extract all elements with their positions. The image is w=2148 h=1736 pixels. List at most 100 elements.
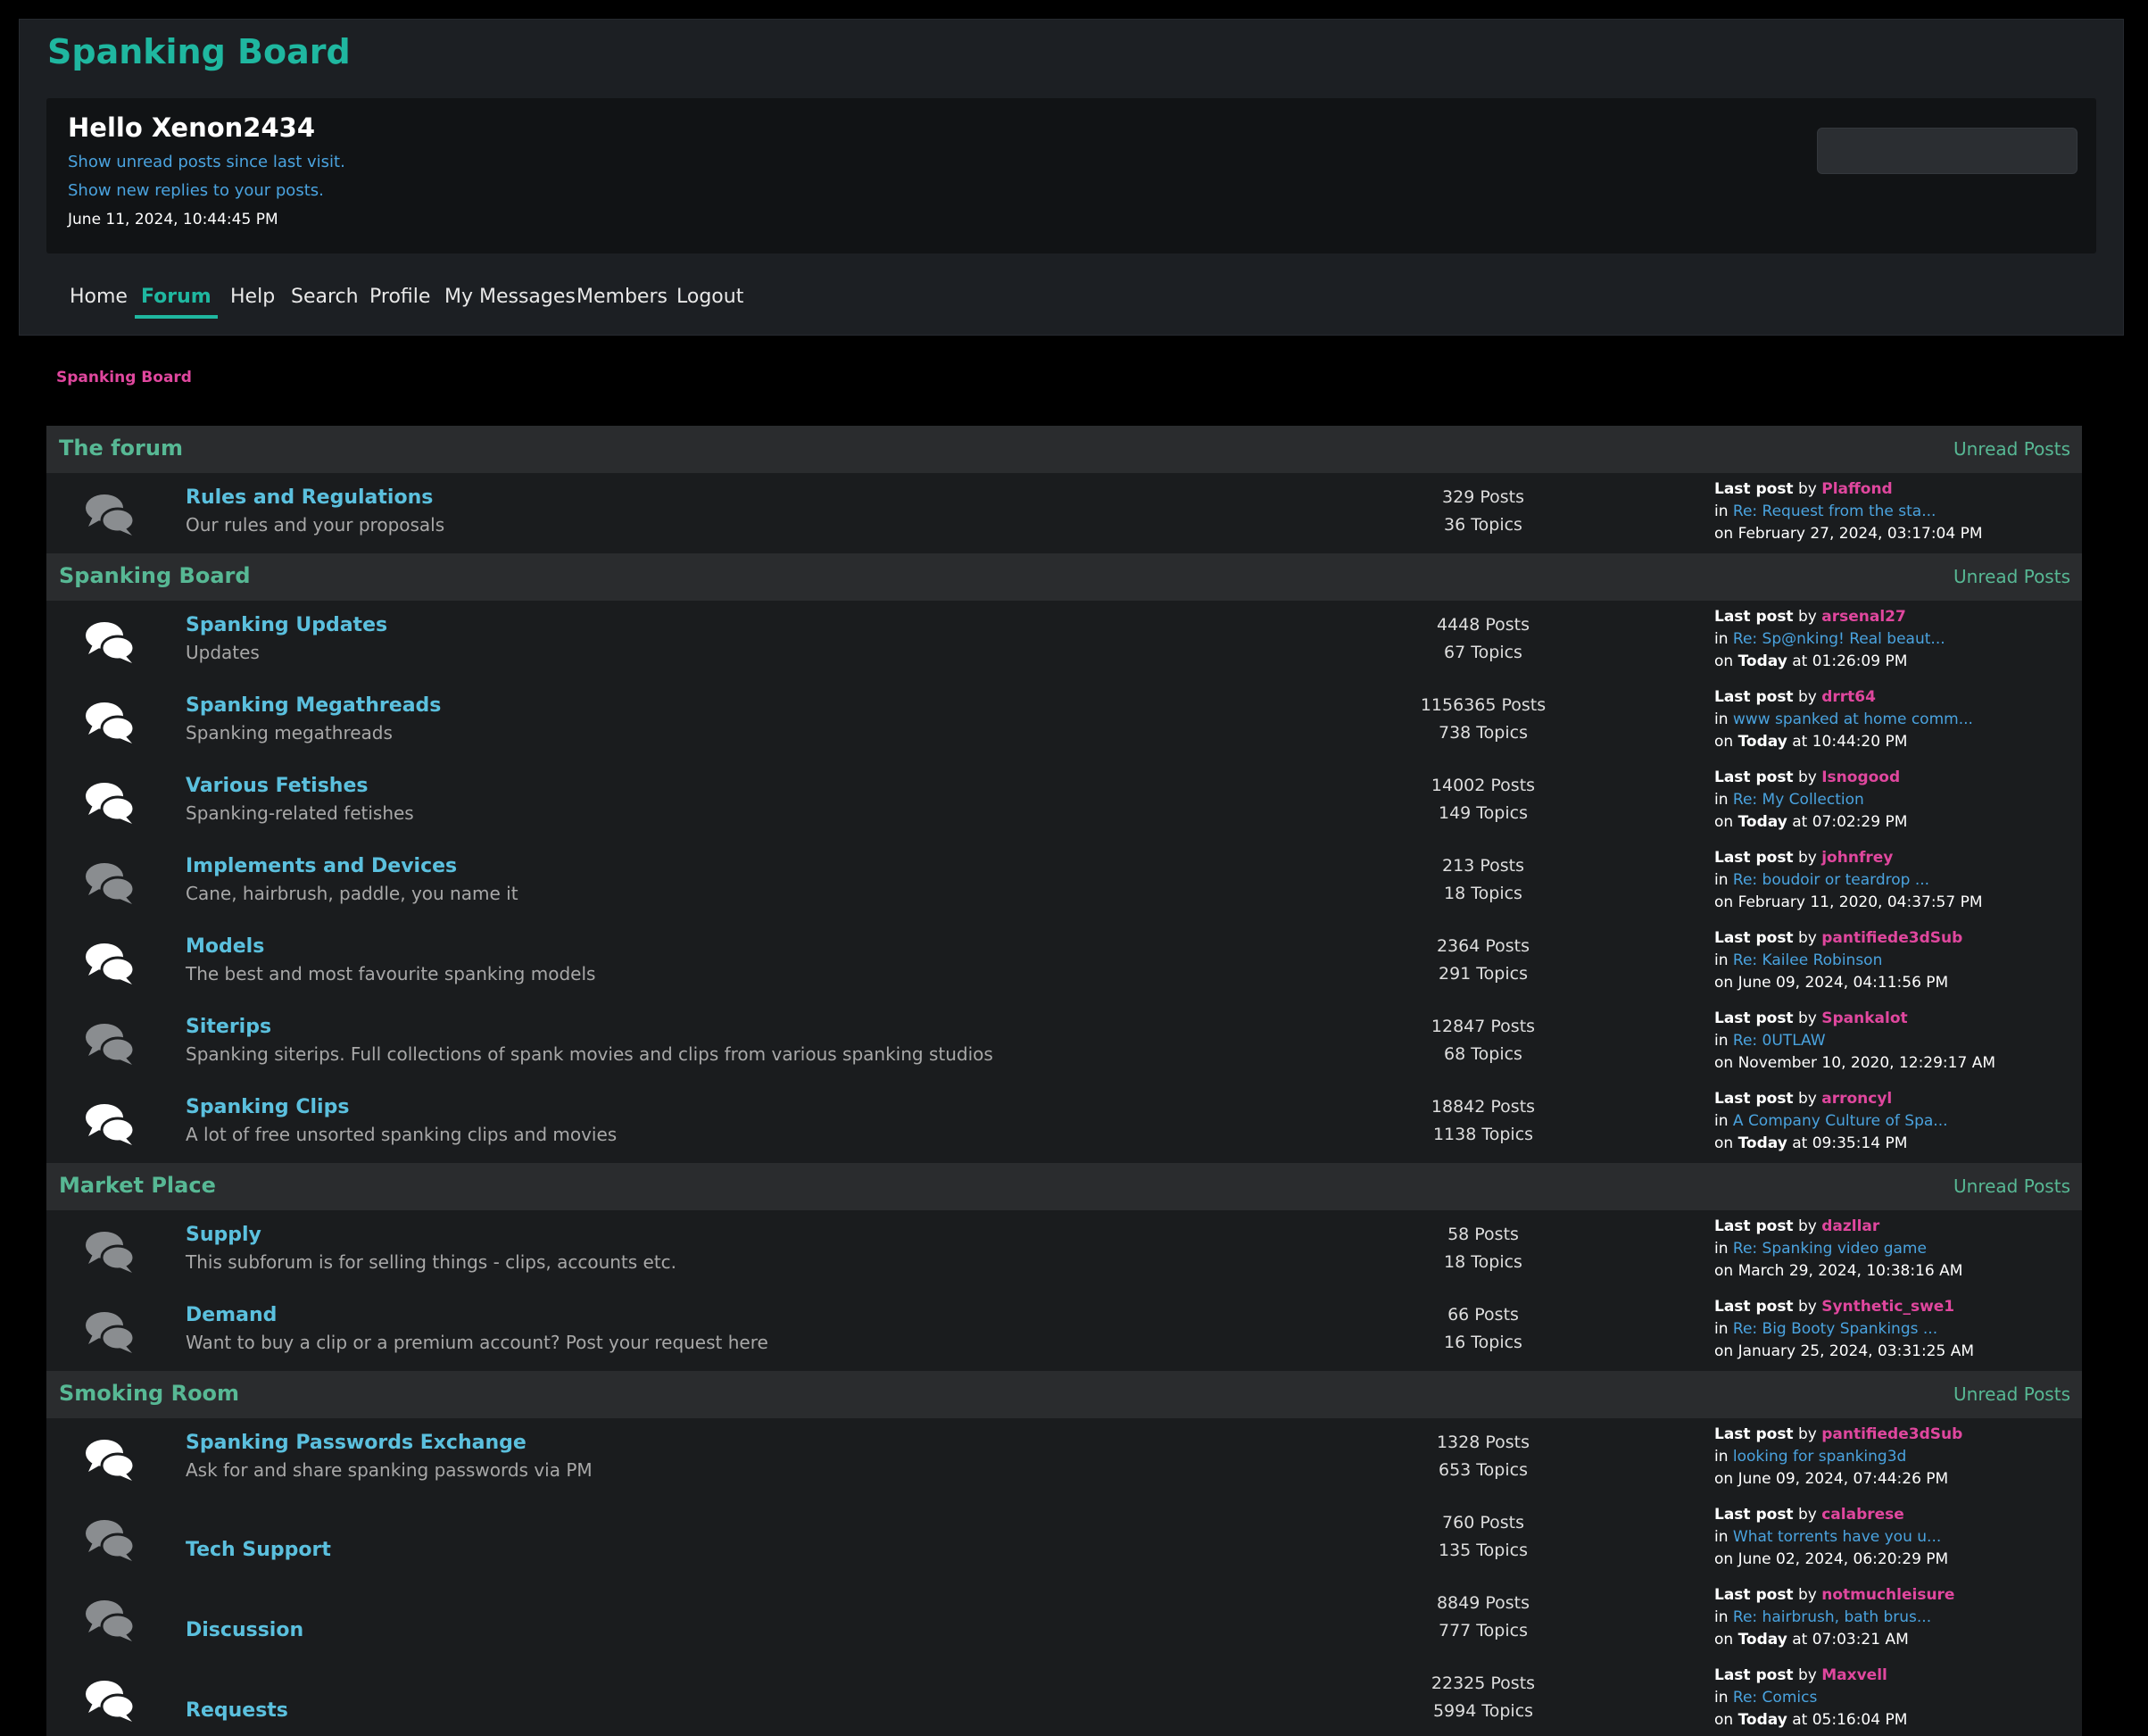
last-poster-link[interactable]: Maxvell: [1821, 1666, 1887, 1684]
board-name-link[interactable]: Implements and Devices: [186, 855, 457, 877]
last-topic-link[interactable]: Re: My Collection: [1733, 791, 1864, 809]
site-header: Spanking Board Hello Xenon2434 Show unre…: [19, 19, 2124, 336]
last-poster-link[interactable]: Isnogood: [1821, 768, 1900, 786]
last-topic-link[interactable]: Re: hairbrush, bath brus...: [1733, 1608, 1931, 1626]
board-row: Discussion 8849 Posts 777 Topics Last post …: [46, 1579, 2082, 1659]
last-date-line: on Today at 05:16:04 PM: [1714, 1711, 1908, 1729]
new-replies-link[interactable]: Show new replies to your posts.: [68, 181, 324, 200]
board-row: Spanking Updates Updates 4448 Posts 67 Topi…: [46, 601, 2082, 681]
unread-posts-link[interactable]: Unread Posts: [1953, 1383, 2070, 1405]
last-date-today: Today: [1737, 733, 1787, 751]
speech-bubbles-icon: [84, 1597, 136, 1643]
last-date-line: on Today at 07:02:29 PM: [1714, 813, 1908, 831]
board-index: The forum Unread Posts Rules and Regulatio…: [46, 426, 2082, 1736]
nav-home[interactable]: Home: [63, 286, 134, 315]
last-post-label: Last post: [1714, 1009, 1794, 1027]
last-post-info: Last post by pantifiede3dSub in Re: Kaile…: [1714, 927, 1962, 994]
last-topic-link[interactable]: A Company Culture of Spa...: [1733, 1112, 1948, 1130]
post-count: 18842 Posts: [1431, 1097, 1536, 1117]
board-name-link[interactable]: Spanking Passwords Exchange: [186, 1432, 527, 1454]
forum-title[interactable]: Spanking Board: [47, 32, 351, 71]
topic-count: 5994 Topics: [1432, 1701, 1534, 1721]
last-poster-link[interactable]: Synthetic_swe1: [1821, 1298, 1954, 1316]
last-poster-link[interactable]: calabrese: [1821, 1506, 1904, 1524]
unread-posts-link[interactable]: Show unread posts since last visit.: [68, 153, 345, 171]
category-title[interactable]: Smoking Room: [59, 1381, 239, 1406]
last-post-line: Last post by arsenal27: [1714, 608, 1906, 626]
category-header: Spanking Board Unread Posts: [46, 553, 2082, 601]
last-topic-link[interactable]: www spanked at home comm...: [1733, 710, 1973, 728]
speech-bubbles-icon: [84, 779, 136, 826]
last-topic-link[interactable]: What torrents have you u...: [1733, 1528, 1941, 1546]
last-date-line: on June 02, 2024, 06:20:29 PM: [1714, 1550, 1949, 1568]
nav-search[interactable]: Search: [285, 286, 365, 315]
board-name-link[interactable]: Spanking Megathreads: [186, 694, 441, 717]
last-poster-link[interactable]: Spankalot: [1821, 1009, 1907, 1027]
last-topic-link[interactable]: Re: Request from the sta...: [1733, 503, 1937, 520]
last-topic-link[interactable]: Re: Kailee Robinson: [1733, 951, 1882, 969]
last-topic-link[interactable]: Re: Big Booty Spankings ...: [1733, 1320, 1937, 1338]
unread-posts-link[interactable]: Unread Posts: [1953, 566, 2070, 587]
last-poster-link[interactable]: Plaffond: [1821, 480, 1892, 498]
topic-count: 135 Topics: [1439, 1541, 1528, 1560]
last-topic-link[interactable]: Re: Spanking video game: [1733, 1240, 1927, 1258]
board-description: A lot of free unsorted spanking clips an…: [186, 1124, 618, 1145]
board-name-link[interactable]: Spanking Updates: [186, 614, 387, 636]
last-topic-link[interactable]: Re: boudoir or teardrop ...: [1733, 871, 1929, 889]
last-post-label: Last post: [1714, 929, 1794, 947]
last-topic-link[interactable]: looking for spanking3d: [1733, 1448, 1906, 1466]
unread-posts-link[interactable]: Unread Posts: [1953, 438, 2070, 460]
last-topic-line: in Re: 0UTLAW: [1714, 1032, 1826, 1050]
last-poster-link[interactable]: pantifiede3dSub: [1821, 929, 1962, 947]
search-input[interactable]: [1817, 128, 2078, 174]
last-post-info: Last post by calabrese in What torrents h…: [1714, 1504, 1948, 1571]
last-post-line: Last post by pantifiede3dSub: [1714, 929, 1963, 947]
nav-logout[interactable]: Logout: [670, 286, 750, 315]
board-row: Demand Want to buy a clip or a premium ac…: [46, 1291, 2082, 1371]
last-topic-link[interactable]: Re: Sp@nking! Real beaut...: [1733, 630, 1945, 648]
board-name-link[interactable]: Demand: [186, 1304, 277, 1326]
last-post-line: Last post by Plaffond: [1714, 480, 1893, 498]
board-name-link[interactable]: Siterips: [186, 1016, 271, 1038]
nav-members[interactable]: Members: [570, 286, 674, 315]
board-row: Supply This subforum is for selling thing…: [46, 1210, 2082, 1291]
last-poster-link[interactable]: arsenal27: [1821, 608, 1906, 626]
board-name-link[interactable]: Discussion: [186, 1619, 303, 1641]
category-title[interactable]: The forum: [59, 436, 183, 461]
last-poster-link[interactable]: johnfrey: [1821, 849, 1893, 867]
last-post-label: Last post: [1714, 1506, 1794, 1524]
last-poster-link[interactable]: arroncyl: [1821, 1090, 1892, 1108]
last-post-info: Last post by Plaffond in Re: Request from…: [1714, 478, 1983, 545]
board-name-link[interactable]: Models: [186, 935, 264, 958]
last-poster-link[interactable]: dazllar: [1821, 1217, 1879, 1235]
last-topic-link[interactable]: Re: 0UTLAW: [1733, 1032, 1826, 1050]
last-poster-link[interactable]: pantifiede3dSub: [1821, 1425, 1962, 1443]
last-poster-link[interactable]: drrt64: [1821, 688, 1876, 706]
last-date-line: on January 25, 2024, 03:31:25 AM: [1714, 1342, 1975, 1360]
nav-my-messages[interactable]: My Messages: [438, 286, 582, 315]
board-name-link[interactable]: Various Fetishes: [186, 775, 368, 797]
board-description: The best and most favourite spanking mod…: [186, 963, 596, 984]
last-post-line: Last post by Synthetic_swe1: [1714, 1298, 1955, 1316]
nav-profile[interactable]: Profile: [363, 286, 436, 315]
speech-bubbles-icon: [84, 699, 136, 745]
category-title[interactable]: Spanking Board: [59, 563, 251, 588]
last-date: at 01:26:09 PM: [1787, 652, 1908, 670]
last-date: March 29, 2024, 10:38:16 AM: [1737, 1262, 1963, 1280]
last-post-line: Last post by dazllar: [1714, 1217, 1880, 1235]
last-topic-link[interactable]: Re: Comics: [1733, 1689, 1817, 1707]
category-title[interactable]: Market Place: [59, 1173, 216, 1198]
board-name-link[interactable]: Spanking Clips: [186, 1096, 349, 1118]
board-name-link[interactable]: Requests: [186, 1699, 288, 1722]
board-name-link[interactable]: Supply: [186, 1224, 261, 1246]
nav-help[interactable]: Help: [224, 286, 281, 315]
breadcrumb[interactable]: Spanking Board: [56, 369, 192, 386]
last-post-label: Last post: [1714, 608, 1794, 626]
nav-forum[interactable]: Forum: [135, 286, 218, 319]
last-poster-link[interactable]: notmuchleisure: [1821, 1586, 1954, 1604]
board-name-link[interactable]: Rules and Regulations: [186, 486, 433, 509]
board-name-link[interactable]: Tech Support: [186, 1539, 331, 1561]
board-row: Spanking Clips A lot of free unsorted spa…: [46, 1083, 2082, 1163]
last-post-label: Last post: [1714, 1425, 1794, 1443]
unread-posts-link[interactable]: Unread Posts: [1953, 1175, 2070, 1197]
